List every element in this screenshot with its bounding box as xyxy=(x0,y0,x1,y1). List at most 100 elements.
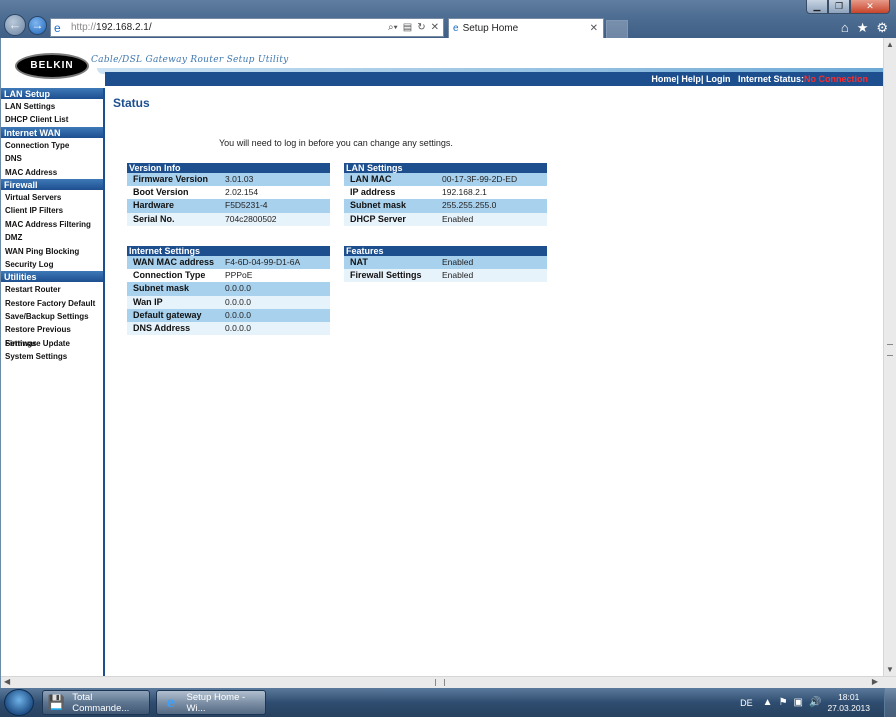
tab-title: Setup Home xyxy=(462,23,519,34)
row-label: Connection Type xyxy=(133,270,206,281)
home-link[interactable]: Home xyxy=(651,74,676,84)
router-header: BELKIN Cable/DSL Gateway Router Setup Ut… xyxy=(1,38,883,88)
home-icon[interactable]: ⌂ xyxy=(841,20,849,36)
sidebar-section-internet-wan[interactable]: Internet WAN xyxy=(1,126,103,139)
address-bar[interactable]: e http://192.168.2.1/ ⌕▾ ▤ ↻ ✕ xyxy=(50,18,444,37)
taskbar-button-internet-explorer[interactable]: e Setup Home - Wi... xyxy=(156,690,266,715)
network-icon[interactable]: ▣ xyxy=(794,697,803,708)
table-row: Firewall Settings Enabled xyxy=(344,269,547,283)
row-value: F4-6D-04-99-D1-6A xyxy=(225,257,301,267)
search-icon[interactable]: ⌕▾ xyxy=(388,22,398,33)
show-hidden-icons-icon[interactable]: ▲ xyxy=(763,697,773,708)
sidebar-item-security-log[interactable]: Security Log xyxy=(1,258,103,271)
row-label: Firmware Version xyxy=(133,174,209,184)
sidebar-item-mac-address-filtering[interactable]: MAC Address Filtering xyxy=(1,218,103,231)
sidebar-item-restore-previous-settings[interactable]: Restore Previous Settings xyxy=(1,323,103,347)
sidebar-item-firmware-update[interactable]: Firmware Update xyxy=(1,337,103,350)
back-button[interactable]: ← xyxy=(4,14,26,36)
login-notice: You will need to log in before you can c… xyxy=(219,138,453,148)
sidebar-item-client-ip-filters[interactable]: Client IP Filters xyxy=(1,204,103,217)
row-value: 2.02.154 xyxy=(225,187,259,198)
row-value: 704c2800502 xyxy=(225,213,277,224)
row-value: 00-17-3F-99-2D-ED xyxy=(442,174,518,184)
belkin-logo: BELKIN xyxy=(15,53,89,79)
table-header: Internet Settings xyxy=(127,246,330,256)
sidebar-item-dmz[interactable]: DMZ xyxy=(1,231,103,244)
login-link[interactable]: Login xyxy=(706,74,731,84)
gear-icon[interactable]: ⚙ xyxy=(876,20,888,36)
sidebar-item-save-backup-settings[interactable]: Save/Backup Settings xyxy=(1,310,103,323)
taskbar-button-label: Setup Home - Wi... xyxy=(186,691,246,714)
row-label: WAN MAC address xyxy=(133,257,215,267)
row-label: Firewall Settings xyxy=(350,270,422,281)
clock[interactable]: 18:01 27.03.2013 xyxy=(827,692,870,714)
sidebar-item-restore-factory-default[interactable]: Restore Factory Default xyxy=(1,297,103,310)
row-label: Serial No. xyxy=(133,213,175,224)
sidebar-item-system-settings[interactable]: System Settings xyxy=(1,350,103,363)
table-row: Subnet mask 0.0.0.0 xyxy=(127,282,330,296)
minimize-button[interactable]: ▁ xyxy=(806,0,828,14)
scroll-right-icon[interactable]: ▶ xyxy=(872,677,878,686)
row-value: 0.0.0.0 xyxy=(225,309,251,320)
url-host: 192.168.2.1/ xyxy=(96,22,152,33)
close-window-button[interactable]: ✕ xyxy=(850,0,890,14)
sidebar-item-restart-router[interactable]: Restart Router xyxy=(1,283,103,296)
clock-time: 18:01 xyxy=(838,691,860,702)
sidebar-item-virtual-servers[interactable]: Virtual Servers xyxy=(1,191,103,204)
address-url[interactable]: http://192.168.2.1/ xyxy=(71,22,388,33)
row-label: LAN MAC xyxy=(350,174,392,184)
internet-status-value: No Connection xyxy=(804,74,868,84)
sidebar-item-lan-settings[interactable]: LAN Settings xyxy=(1,100,103,113)
row-value: Enabled xyxy=(442,213,474,224)
help-link[interactable]: Help xyxy=(681,74,701,84)
action-center-flag-icon[interactable]: ⚑ xyxy=(779,697,788,708)
sidebar-item-dns[interactable]: DNS xyxy=(1,152,103,165)
sidebar-item-connection-type[interactable]: Connection Type xyxy=(1,139,103,152)
scroll-grip-icon[interactable] xyxy=(887,344,893,356)
favorites-star-icon[interactable]: ★ xyxy=(857,20,869,36)
lan-settings-table: LAN Settings LAN MAC 00-17-3F-99-2D-ED IP… xyxy=(344,163,547,226)
sidebar: LAN Setup LAN Settings DHCP Client List … xyxy=(1,88,105,676)
scroll-grip-icon[interactable] xyxy=(435,679,445,686)
sidebar-item-wan-ping-blocking[interactable]: WAN Ping Blocking xyxy=(1,245,103,258)
stop-icon[interactable]: ✕ xyxy=(431,22,439,33)
scroll-down-icon[interactable]: ▼ xyxy=(884,663,896,676)
floppy-disk-icon: 💾 xyxy=(47,694,66,710)
row-label: Subnet mask xyxy=(133,283,190,294)
internet-explorer-icon: e xyxy=(54,20,61,35)
start-button[interactable] xyxy=(4,689,34,716)
volume-icon[interactable]: 🔊 xyxy=(809,697,821,708)
row-label: NAT xyxy=(350,257,368,267)
row-value: Enabled xyxy=(442,257,474,267)
compat-view-icon[interactable]: ▤ xyxy=(403,22,412,33)
sidebar-section-firewall[interactable]: Firewall xyxy=(1,178,103,191)
table-header: Features xyxy=(344,246,547,256)
row-value: Enabled xyxy=(442,270,474,281)
maximize-button[interactable]: ❐ xyxy=(828,0,850,14)
language-indicator[interactable]: DE xyxy=(740,698,753,708)
sidebar-section-utilities[interactable]: Utilities xyxy=(1,271,103,284)
show-desktop-button[interactable] xyxy=(884,688,896,717)
refresh-icon[interactable]: ↻ xyxy=(417,22,425,33)
forward-button[interactable]: → xyxy=(28,16,47,35)
table-row: DHCP Server Enabled xyxy=(344,212,547,226)
scroll-left-icon[interactable]: ◀ xyxy=(4,677,10,686)
sidebar-section-lan-setup[interactable]: LAN Setup xyxy=(1,88,103,100)
sidebar-item-dhcp-client-list[interactable]: DHCP Client List xyxy=(1,113,103,126)
row-label: DHCP Server xyxy=(350,213,406,224)
internet-status-label: Internet Status: xyxy=(737,74,804,84)
new-tab-button[interactable] xyxy=(606,20,628,38)
row-label: Hardware xyxy=(133,200,175,211)
sidebar-item-mac-address[interactable]: MAC Address xyxy=(1,166,103,179)
horizontal-scrollbar[interactable]: ◀ ▶ xyxy=(1,676,896,688)
row-value: 3.01.03 xyxy=(225,174,254,184)
scroll-up-icon[interactable]: ▲ xyxy=(884,38,896,51)
taskbar-button-total-commander[interactable]: 💾 Total Commande... xyxy=(42,690,150,715)
vertical-scrollbar[interactable]: ▲ ▼ xyxy=(883,38,896,676)
top-nav-bar: Home| Help| Login Internet Status:No Con… xyxy=(105,72,883,86)
table-row: Hardware F5D5231-4 xyxy=(127,199,330,213)
tab-setup-home[interactable]: e Setup Home ✕ xyxy=(448,18,604,38)
table-header: LAN Settings xyxy=(344,163,547,173)
close-tab-icon[interactable]: ✕ xyxy=(590,23,598,34)
table-row: Serial No. 704c2800502 xyxy=(127,212,330,226)
